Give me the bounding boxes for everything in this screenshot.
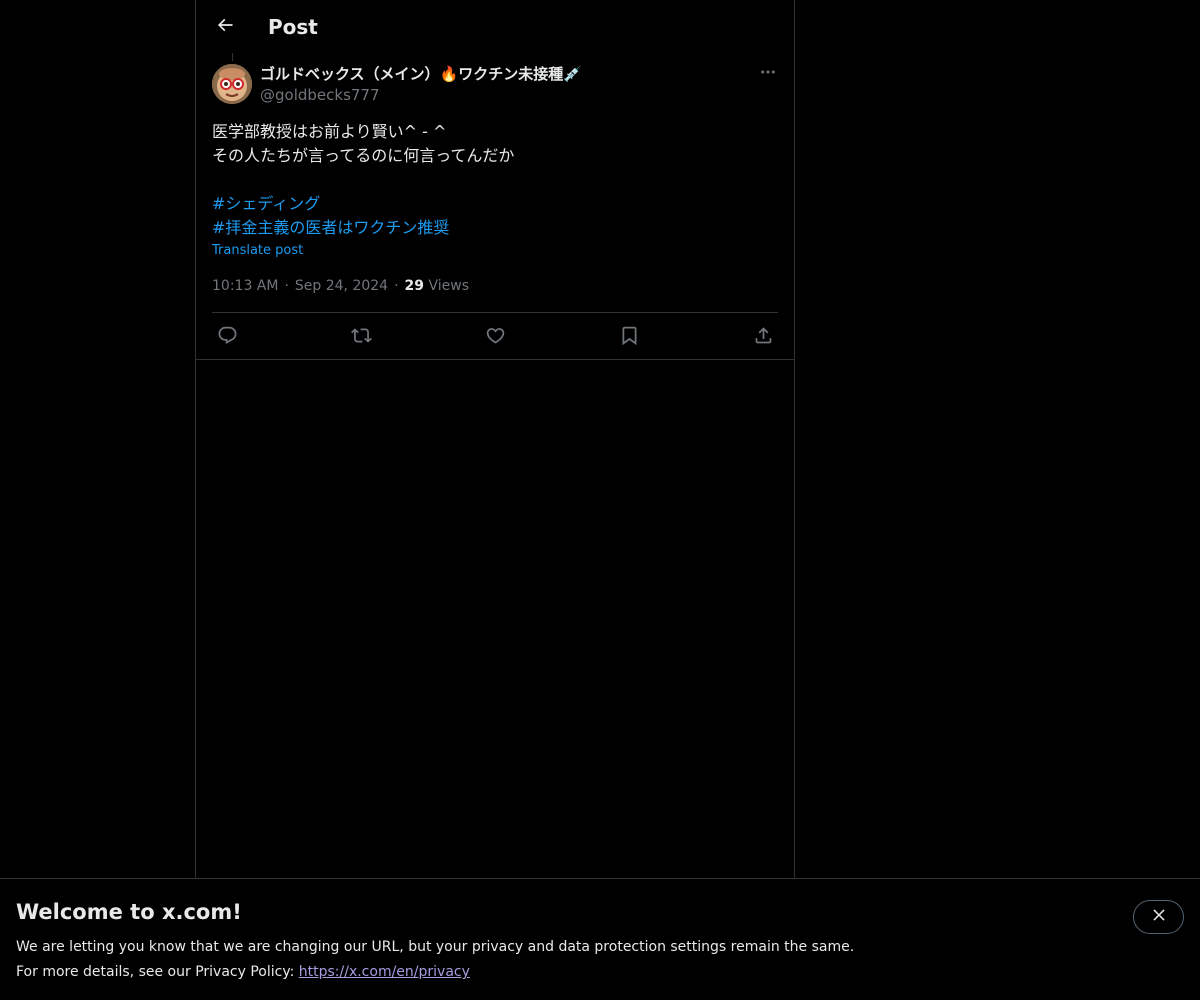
- page-header: Post: [196, 0, 794, 53]
- display-name[interactable]: ゴルドベックス（メイン）🔥ワクチン未接種💉: [260, 64, 730, 85]
- bookmark-button[interactable]: [614, 322, 644, 352]
- hashtag-link[interactable]: #拝金主義の医者はワクチン推奨: [212, 216, 778, 240]
- tweet-bottom-border: [196, 359, 794, 360]
- banner-line: For more details, see our Privacy Policy…: [16, 960, 854, 985]
- repost-icon: [350, 325, 372, 350]
- user-info: ゴルドベックス（メイン）🔥ワクチン未接種💉 @goldbecks777: [260, 64, 730, 105]
- translate-post-link[interactable]: Translate post: [212, 242, 303, 260]
- thread-connector: [232, 53, 233, 61]
- privacy-policy-link[interactable]: https://x.com/en/privacy: [299, 964, 470, 980]
- avatar[interactable]: [212, 64, 252, 104]
- separator-dot: ·: [284, 278, 289, 294]
- banner-title: Welcome to x.com!: [16, 900, 242, 924]
- tweet-text-line: 医学部教授はお前より賢い^ - ^: [212, 122, 447, 141]
- hashtag-link[interactable]: #シェディング: [212, 192, 778, 216]
- user-handle[interactable]: @goldbecks777: [260, 85, 730, 105]
- reply-icon: [217, 325, 238, 350]
- banner-line: We are letting you know that we are chan…: [16, 939, 855, 955]
- share-button[interactable]: [748, 322, 778, 352]
- tweet-meta: 10:13 AM · Sep 24, 2024 · 29 Views: [212, 276, 469, 296]
- primary-column: Post ゴルドベックス（メイン）🔥ワクチン未接種💉 @goldbecks777…: [195, 0, 795, 878]
- separator-dot: ·: [394, 278, 399, 294]
- divider: [212, 312, 778, 313]
- close-icon: [1150, 906, 1168, 928]
- more-horizontal-icon: [759, 63, 777, 85]
- views-label: Views: [428, 278, 470, 294]
- tweet-date[interactable]: Sep 24, 2024: [295, 278, 388, 294]
- welcome-banner: Welcome to x.com! We are letting you kno…: [0, 878, 1200, 1000]
- like-button[interactable]: [480, 322, 510, 352]
- tweet-text-spacer: [212, 168, 778, 192]
- tweet-text: 医学部教授はお前より賢い^ - ^ その人たちが言ってるのに何言ってんだか #シ…: [212, 120, 778, 240]
- heart-icon: [485, 325, 506, 350]
- tweet-text-line: その人たちが言ってるのに何言ってんだか: [212, 146, 515, 165]
- arrow-left-icon: [215, 15, 235, 39]
- repost-button[interactable]: [346, 322, 376, 352]
- more-button[interactable]: [758, 64, 778, 84]
- page-title: Post: [268, 15, 318, 39]
- reply-button[interactable]: [212, 322, 242, 352]
- banner-line-prefix: For more details, see our Privacy Policy…: [16, 964, 299, 980]
- page: Post ゴルドベックス（メイン）🔥ワクチン未接種💉 @goldbecks777…: [0, 0, 1200, 1000]
- close-banner-button[interactable]: [1133, 900, 1184, 934]
- bookmark-icon: [619, 325, 640, 350]
- tweet-actions: [212, 322, 778, 352]
- tweet-time[interactable]: 10:13 AM: [212, 278, 278, 294]
- back-button[interactable]: [208, 10, 242, 44]
- banner-text: We are letting you know that we are chan…: [16, 935, 854, 985]
- views-count: 29: [404, 278, 425, 294]
- share-icon: [753, 325, 774, 350]
